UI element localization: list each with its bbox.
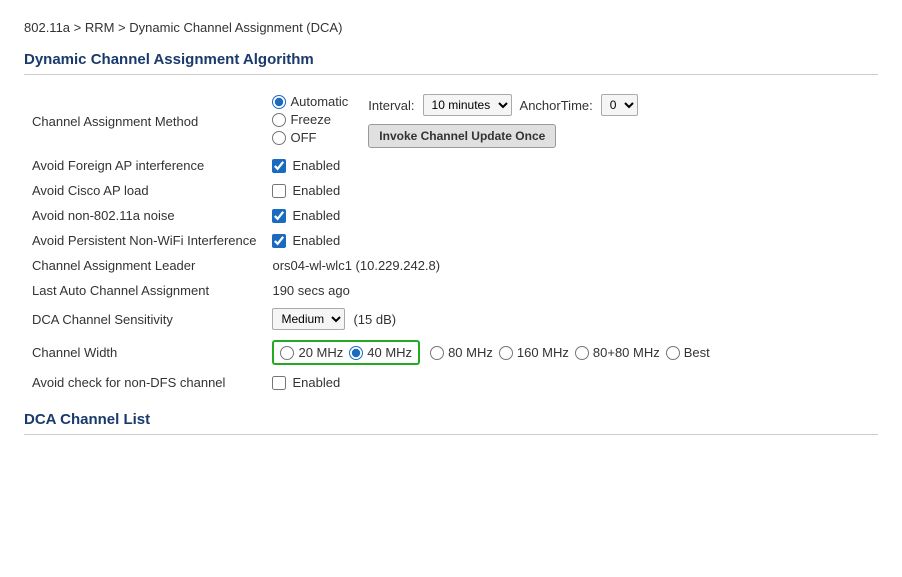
channel-method-radio-group: Automatic Freeze OFF [272, 94, 348, 145]
avoid-non-dfs-checkbox-label[interactable]: Enabled [272, 375, 870, 390]
dca-sensitivity-value: Medium Low High (15 dB) [264, 303, 878, 335]
width-80mhz[interactable]: 80 MHz [430, 345, 493, 360]
channel-width-label: Channel Width [24, 335, 264, 370]
channel-width-row: Channel Width 20 MHz 40 MHz 80 [24, 335, 878, 370]
radio-freeze[interactable]: Freeze [272, 112, 348, 127]
avoid-foreign-ap-value: Enabled [264, 153, 878, 178]
channel-assignment-method-label: Channel Assignment Method [24, 89, 264, 153]
radio-freeze-label: Freeze [290, 112, 330, 127]
avoid-foreign-ap-enabled: Enabled [292, 158, 340, 173]
radio-off-label: OFF [290, 130, 316, 145]
channel-assignment-leader-label: Channel Assignment Leader [24, 253, 264, 278]
width-80plus80mhz-label: 80+80 MHz [593, 345, 660, 360]
avoid-non-dfs-value: Enabled [264, 370, 878, 395]
width-best[interactable]: Best [666, 345, 710, 360]
interval-label: Interval: [368, 98, 414, 113]
radio-160mhz[interactable] [499, 346, 513, 360]
avoid-foreign-ap-row: Avoid Foreign AP interference Enabled [24, 153, 878, 178]
avoid-cisco-ap-checkbox[interactable] [272, 184, 286, 198]
last-auto-channel-value: 190 secs ago [264, 278, 878, 303]
radio-off-input[interactable] [272, 131, 286, 145]
interval-select[interactable]: 10 minutes 1 minutes 5 minutes 30 minute… [423, 94, 512, 116]
width-80mhz-label: 80 MHz [448, 345, 493, 360]
avoid-non-80211a-enabled: Enabled [292, 208, 340, 223]
avoid-persistent-value: Enabled [264, 228, 878, 253]
width-160mhz-label: 160 MHz [517, 345, 569, 360]
anchor-time-label: AnchorTime: [520, 98, 593, 113]
avoid-persistent-checkbox-label[interactable]: Enabled [272, 233, 870, 248]
channel-assignment-leader-value: ors04-wl-wlc1 (10.229.242.8) [264, 253, 878, 278]
avoid-non-80211a-row: Avoid non-802.11a noise Enabled [24, 203, 878, 228]
avoid-non-80211a-checkbox-label[interactable]: Enabled [272, 208, 870, 223]
dca-sensitivity-label: DCA Channel Sensitivity [24, 303, 264, 335]
avoid-non-dfs-enabled: Enabled [292, 375, 340, 390]
channel-assignment-leader-row: Channel Assignment Leader ors04-wl-wlc1 … [24, 253, 878, 278]
radio-best[interactable] [666, 346, 680, 360]
dca-form: Channel Assignment Method Automatic Free… [24, 89, 878, 395]
width-20mhz[interactable]: 20 MHz [280, 345, 343, 360]
channel-width-value: 20 MHz 40 MHz 80 MHz 160 MHz [264, 335, 878, 370]
channel-assignment-method-value: Automatic Freeze OFF Interval: [264, 89, 878, 153]
width-80plus80mhz[interactable]: 80+80 MHz [575, 345, 660, 360]
interval-invoke-group: Interval: 10 minutes 1 minutes 5 minutes… [368, 94, 637, 148]
avoid-persistent-row: Avoid Persistent Non-WiFi Interference E… [24, 228, 878, 253]
avoid-cisco-ap-enabled: Enabled [292, 183, 340, 198]
dca-sensitivity-row: DCA Channel Sensitivity Medium Low High … [24, 303, 878, 335]
section1-title: Dynamic Channel Assignment Algorithm [24, 51, 878, 75]
avoid-cisco-ap-checkbox-label[interactable]: Enabled [272, 183, 870, 198]
width-40mhz-label: 40 MHz [367, 345, 412, 360]
radio-automatic[interactable]: Automatic [272, 94, 348, 109]
invoke-row: Invoke Channel Update Once [368, 124, 637, 148]
channel-assignment-method-row: Channel Assignment Method Automatic Free… [24, 89, 878, 153]
avoid-non-80211a-label: Avoid non-802.11a noise [24, 203, 264, 228]
channel-width-options: 20 MHz 40 MHz 80 MHz 160 MHz [272, 340, 870, 365]
avoid-cisco-ap-label: Avoid Cisco AP load [24, 178, 264, 203]
radio-automatic-label: Automatic [290, 94, 348, 109]
avoid-non-80211a-checkbox[interactable] [272, 209, 286, 223]
avoid-non-80211a-value: Enabled [264, 203, 878, 228]
avoid-cisco-ap-value: Enabled [264, 178, 878, 203]
last-auto-channel-label: Last Auto Channel Assignment [24, 278, 264, 303]
width-best-label: Best [684, 345, 710, 360]
breadcrumb: 802.11a > RRM > Dynamic Channel Assignme… [24, 20, 878, 35]
channel-width-highlighted: 20 MHz 40 MHz [272, 340, 420, 365]
avoid-cisco-ap-row: Avoid Cisco AP load Enabled [24, 178, 878, 203]
sensitivity-row: Medium Low High (15 dB) [272, 308, 870, 330]
avoid-foreign-ap-checkbox-label[interactable]: Enabled [272, 158, 870, 173]
radio-80mhz[interactable] [430, 346, 444, 360]
width-20mhz-label: 20 MHz [298, 345, 343, 360]
extra-widths: 80 MHz 160 MHz 80+80 MHz Best [430, 345, 710, 360]
avoid-non-dfs-checkbox[interactable] [272, 376, 286, 390]
radio-automatic-input[interactable] [272, 95, 286, 109]
radio-freeze-input[interactable] [272, 113, 286, 127]
avoid-persistent-enabled: Enabled [292, 233, 340, 248]
radio-off[interactable]: OFF [272, 130, 348, 145]
avoid-persistent-checkbox[interactable] [272, 234, 286, 248]
width-160mhz[interactable]: 160 MHz [499, 345, 569, 360]
radio-80plus80mhz[interactable] [575, 346, 589, 360]
avoid-persistent-label: Avoid Persistent Non-WiFi Interference [24, 228, 264, 253]
section2-title: DCA Channel List [24, 411, 878, 435]
radio-20mhz[interactable] [280, 346, 294, 360]
avoid-non-dfs-row: Avoid check for non-DFS channel Enabled [24, 370, 878, 395]
last-auto-channel-row: Last Auto Channel Assignment 190 secs ag… [24, 278, 878, 303]
avoid-foreign-ap-checkbox[interactable] [272, 159, 286, 173]
interval-anchor-row: Interval: 10 minutes 1 minutes 5 minutes… [368, 94, 637, 116]
avoid-foreign-ap-label: Avoid Foreign AP interference [24, 153, 264, 178]
anchor-time-select[interactable]: 0123 4567 [601, 94, 638, 116]
invoke-channel-update-button[interactable]: Invoke Channel Update Once [368, 124, 556, 148]
dca-sensitivity-db: (15 dB) [353, 312, 396, 327]
radio-40mhz[interactable] [349, 346, 363, 360]
dca-sensitivity-select[interactable]: Medium Low High [272, 308, 345, 330]
avoid-non-dfs-label: Avoid check for non-DFS channel [24, 370, 264, 395]
width-40mhz[interactable]: 40 MHz [349, 345, 412, 360]
